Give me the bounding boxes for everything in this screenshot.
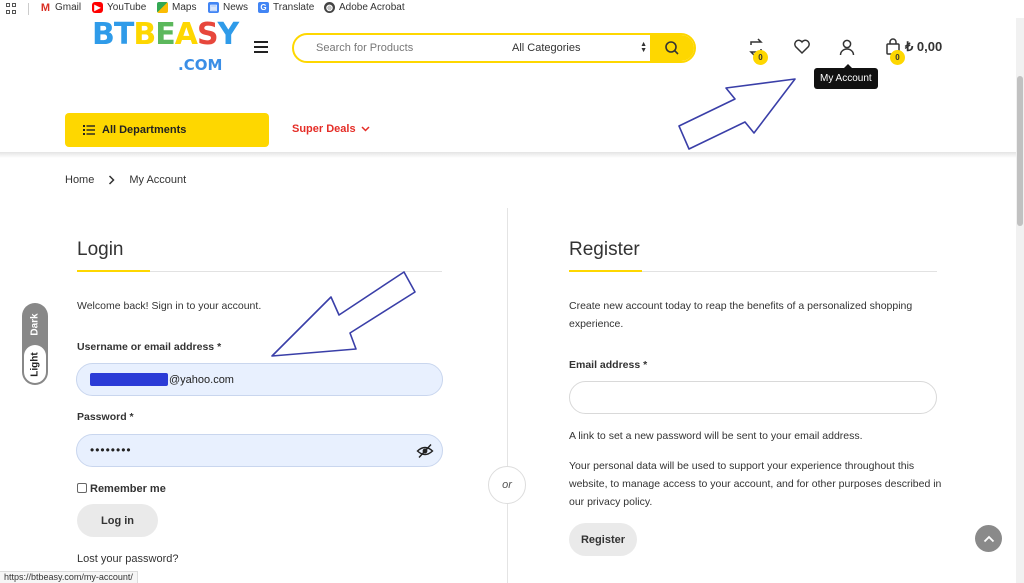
cart-button[interactable]: 0: [884, 38, 905, 65]
email-label: Email address *: [569, 359, 648, 371]
username-label: Username or email address *: [77, 341, 222, 353]
select-arrows-icon: ▲ ▼: [640, 41, 647, 54]
scrollbar-thumb[interactable]: [1017, 76, 1023, 226]
translate-icon: G: [258, 2, 269, 13]
page-scrollbar[interactable]: [1016, 18, 1024, 583]
search-input[interactable]: [294, 35, 494, 61]
search-bar: All Categories ▲▼: [292, 33, 696, 63]
dark-mode-label: Dark: [29, 313, 41, 336]
bookmark-translate[interactable]: G Translate: [258, 2, 314, 13]
username-value: @yahoo.com: [90, 373, 234, 386]
register-title: Register: [569, 239, 640, 260]
list-icon: [83, 125, 95, 135]
register-email-field[interactable]: [569, 381, 937, 414]
heart-icon: [794, 39, 810, 55]
bookmark-gmail[interactable]: M Gmail: [40, 1, 81, 14]
hide-password-icon[interactable]: [416, 443, 434, 459]
apps-grid-icon[interactable]: [6, 3, 17, 14]
remember-me-label[interactable]: Remember me: [90, 483, 166, 495]
search-button[interactable]: [650, 35, 694, 61]
site-logo[interactable]: BTBEASY .COM: [92, 17, 239, 78]
login-button[interactable]: Log in: [77, 504, 158, 537]
logo-domain: .COM: [178, 56, 223, 74]
bookmarks-bar: M Gmail ▶ YouTube Maps ▤ News G Translat…: [0, 0, 1024, 18]
password-label: Password *: [77, 411, 134, 423]
all-departments-label: All Departments: [102, 124, 187, 136]
maps-icon: [157, 2, 168, 13]
redaction-block: [90, 373, 168, 386]
password-value: ••••••••: [90, 443, 132, 457]
nav-divider: [0, 152, 1016, 158]
dark-light-toggle[interactable]: Dark Light: [22, 303, 48, 385]
annotation-arrow-top: [678, 78, 796, 150]
scroll-to-top-button[interactable]: [975, 525, 1002, 552]
cart-count-badge: 0: [890, 50, 905, 65]
breadcrumb: Home My Account: [65, 174, 186, 186]
annotation-arrow-login: [271, 271, 416, 357]
light-mode-label: Light: [29, 352, 41, 377]
search-icon: [665, 41, 679, 55]
category-select-value: All Categories: [512, 42, 581, 54]
menu-hamburger-icon[interactable]: [254, 41, 268, 53]
lost-password-link[interactable]: Lost your password?: [77, 550, 179, 568]
cart-total[interactable]: ₺ 0,00: [905, 39, 942, 55]
news-icon: ▤: [208, 2, 219, 13]
gmail-icon: M: [40, 1, 51, 14]
bookmark-youtube[interactable]: ▶ YouTube: [92, 2, 146, 13]
password-field[interactable]: ••••••••: [76, 434, 443, 467]
chevron-right-icon: [109, 175, 115, 185]
bookmark-maps[interactable]: Maps: [157, 2, 196, 13]
user-icon: [839, 39, 855, 56]
login-title: Login: [77, 239, 124, 260]
compare-count-badge: 0: [753, 50, 768, 65]
chevron-down-icon: [361, 126, 370, 132]
chevron-up-icon: [983, 535, 994, 542]
username-field[interactable]: @yahoo.com: [76, 363, 443, 396]
wishlist-button[interactable]: [793, 38, 811, 56]
or-divider: or: [488, 466, 526, 504]
my-account-button[interactable]: [838, 38, 856, 56]
privacy-note: Your personal data will be used to suppo…: [569, 460, 942, 508]
globe-icon: ◍: [324, 2, 335, 13]
bookmarks-separator: [28, 3, 29, 15]
login-welcome-text: Welcome back! Sign in to your account.: [77, 300, 262, 312]
breadcrumb-home[interactable]: Home: [65, 174, 94, 186]
breadcrumb-current: My Account: [129, 174, 187, 186]
bookmark-news[interactable]: ▤ News: [208, 2, 248, 13]
compare-button[interactable]: 0: [747, 38, 768, 65]
youtube-icon: ▶: [92, 2, 103, 13]
my-account-tooltip: My Account: [814, 64, 878, 89]
super-deals-label: Super Deals: [292, 123, 356, 135]
bookmark-adobe-acrobat[interactable]: ◍ Adobe Acrobat: [324, 2, 405, 13]
password-link-note: A link to set a new password will be sen…: [569, 430, 863, 442]
logo-wordmark: BTBEASY: [92, 17, 239, 52]
super-deals-menu[interactable]: Super Deals: [292, 123, 370, 135]
register-intro-text: Create new account today to reap the ben…: [569, 300, 913, 330]
register-button[interactable]: Register: [569, 523, 637, 556]
all-departments-button[interactable]: All Departments: [65, 113, 269, 147]
register-title-accent: [569, 270, 642, 272]
remember-me-checkbox[interactable]: [77, 483, 87, 493]
login-title-accent: [77, 270, 150, 272]
category-select[interactable]: All Categories ▲ ▼: [512, 35, 647, 61]
column-divider: [507, 208, 508, 583]
status-bar-url: https://btbeasy.com/my-account/: [0, 571, 138, 583]
